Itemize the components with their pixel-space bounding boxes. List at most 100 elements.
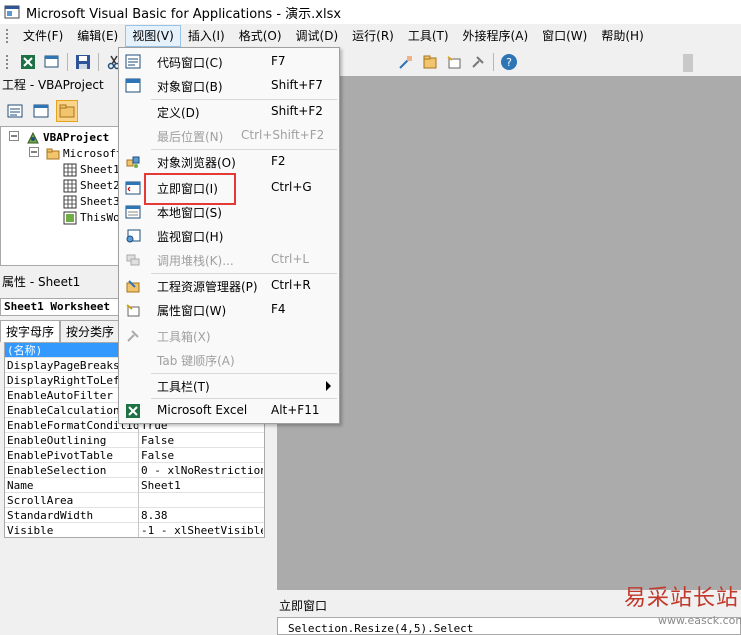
property-name: EnablePivotTable bbox=[7, 449, 113, 462]
menu-debug[interactable]: 调试(D) bbox=[289, 25, 346, 47]
menu-tools[interactable]: 工具(T) bbox=[401, 25, 456, 47]
menu-item-last-position[interactable]: 最后位置(N) Ctrl+Shift+F2 bbox=[121, 124, 337, 148]
menu-help[interactable]: 帮助(H) bbox=[594, 25, 650, 47]
menu-item-label: 对象窗口(B) bbox=[157, 80, 223, 94]
excel-view-icon[interactable] bbox=[19, 53, 37, 71]
menu-item-label: Microsoft Excel bbox=[157, 403, 248, 417]
help-icon[interactable]: ? bbox=[500, 53, 518, 71]
toolbox-icon[interactable] bbox=[469, 53, 487, 71]
toolbar-overflow-icon[interactable] bbox=[683, 54, 693, 72]
menu-item-object-browser[interactable]: 对象浏览器(O) F2 bbox=[121, 150, 337, 174]
tree-label: Sheet3 bbox=[80, 195, 120, 208]
project-explorer-icon[interactable] bbox=[421, 53, 439, 71]
tree-node-sheet2[interactable]: Sheet2 bbox=[63, 178, 120, 194]
menu-window[interactable]: 窗口(W) bbox=[535, 25, 594, 47]
menu-item-label: 监视窗口(H) bbox=[157, 230, 224, 244]
menubar-grip[interactable] bbox=[6, 29, 8, 43]
menu-run[interactable]: 运行(R) bbox=[345, 25, 401, 47]
properties-window-icon[interactable] bbox=[445, 53, 463, 71]
menu-item-label: 属性窗口(W) bbox=[157, 304, 227, 318]
collapse-icon[interactable] bbox=[29, 147, 43, 161]
vba-app-icon bbox=[4, 5, 20, 19]
property-row[interactable]: EnableSelection 0 - xlNoRestrictions bbox=[5, 463, 264, 478]
menu-item-microsoft-excel[interactable]: Microsoft Excel Alt+F11 bbox=[121, 399, 337, 423]
menu-item-code-window[interactable]: 代码窗口(C) F7 bbox=[121, 50, 337, 74]
design-mode-icon[interactable] bbox=[397, 53, 415, 71]
menu-item-object-window[interactable]: 对象窗口(B) Shift+F7 bbox=[121, 74, 337, 98]
tree-label: VBAProject bbox=[43, 131, 110, 144]
menu-item-call-stack[interactable]: 调用堆栈(K)... Ctrl+L bbox=[121, 248, 337, 272]
property-value[interactable]: Sheet1 bbox=[141, 478, 263, 493]
tab-categorized[interactable]: 按分类序 bbox=[60, 320, 121, 342]
menu-item-tab-order[interactable]: Tab 键顺序(A) bbox=[121, 348, 337, 372]
toggle-folders-icon[interactable] bbox=[56, 100, 78, 122]
menu-item-label: 工具箱(X) bbox=[157, 330, 211, 344]
collapse-icon[interactable] bbox=[9, 131, 23, 145]
menu-insert[interactable]: 插入(I) bbox=[181, 25, 232, 47]
object-selector[interactable]: Sheet1 Worksheet bbox=[0, 298, 122, 316]
menu-item-definition[interactable]: 定义(D) Shift+F2 bbox=[121, 100, 337, 124]
immediate-window-text: Selection.Resize(4,5).Select bbox=[288, 622, 474, 635]
column-divider bbox=[138, 478, 139, 493]
menu-item-shortcut: Ctrl+L bbox=[271, 252, 310, 266]
tree-node-microsoft-objects[interactable]: Microsoft bbox=[29, 146, 122, 162]
project-pane-toolbar bbox=[0, 97, 122, 125]
property-name: EnableSelection bbox=[7, 464, 107, 477]
properties-window-icon bbox=[126, 304, 140, 317]
worksheet-icon bbox=[63, 179, 77, 193]
menu-item-properties-window[interactable]: 属性窗口(W) F4 bbox=[121, 298, 337, 322]
menu-item-toolbars[interactable]: 工具栏(T) bbox=[121, 374, 337, 398]
svg-text:?: ? bbox=[506, 56, 512, 69]
tab-alphabetic[interactable]: 按字母序 bbox=[0, 320, 61, 342]
property-row[interactable]: EnableOutlining False bbox=[5, 433, 264, 448]
property-value[interactable]: -1 - xlSheetVisible bbox=[141, 523, 263, 537]
project-tree: VBAProject Microsoft Sheet1 Sheet2 Sheet… bbox=[0, 126, 122, 266]
property-row[interactable]: StandardWidth 8.38 bbox=[5, 508, 264, 523]
property-row[interactable]: Name Sheet1 bbox=[5, 478, 264, 493]
menu-item-shortcut: F2 bbox=[271, 154, 286, 168]
property-value[interactable]: False bbox=[141, 448, 263, 463]
column-divider bbox=[138, 433, 139, 448]
object-window-icon bbox=[125, 78, 141, 93]
worksheet-icon bbox=[63, 163, 77, 177]
insert-userform-icon[interactable] bbox=[43, 53, 61, 71]
menu-item-watch-window[interactable]: 监视窗口(H) bbox=[121, 224, 337, 248]
menu-item-toolbox[interactable]: 工具箱(X) bbox=[121, 324, 337, 348]
tree-label: Microsoft bbox=[63, 147, 122, 160]
property-value[interactable]: 8.38 bbox=[141, 508, 263, 523]
menu-addins[interactable]: 外接程序(A) bbox=[456, 25, 536, 47]
column-divider bbox=[138, 508, 139, 523]
menu-file[interactable]: 文件(F) bbox=[16, 25, 70, 47]
property-row[interactable]: Visible -1 - xlSheetVisible bbox=[5, 523, 264, 537]
property-value[interactable]: 0 - xlNoRestrictions bbox=[141, 463, 263, 478]
view-code-icon[interactable] bbox=[4, 100, 26, 122]
save-icon[interactable] bbox=[74, 53, 92, 71]
watermark-logo: 易采站长站 www.easck.com bbox=[622, 578, 741, 635]
property-row[interactable]: ScrollArea bbox=[5, 493, 264, 508]
view-object-icon[interactable] bbox=[30, 100, 52, 122]
toolbar-separator bbox=[98, 53, 99, 71]
property-name: ScrollArea bbox=[7, 494, 74, 507]
menu-item-shortcut: Shift+F7 bbox=[271, 78, 323, 92]
tree-node-thisworkbook[interactable]: ThisWo bbox=[63, 210, 120, 226]
watermark-url: www.easck.com bbox=[658, 614, 741, 627]
locals-window-icon bbox=[125, 205, 141, 219]
menu-view[interactable]: 视图(V) bbox=[125, 25, 181, 47]
menu-item-project-explorer[interactable]: 工程资源管理器(P) Ctrl+R bbox=[121, 274, 337, 298]
property-row[interactable]: EnablePivotTable False bbox=[5, 448, 264, 463]
menu-format[interactable]: 格式(O) bbox=[232, 25, 289, 47]
tree-node-sheet3[interactable]: Sheet3 bbox=[63, 194, 120, 210]
menu-edit[interactable]: 编辑(E) bbox=[70, 25, 125, 47]
tree-label: Sheet2 bbox=[80, 179, 120, 192]
property-name: StandardWidth bbox=[7, 509, 94, 522]
menu-item-label: Tab 键顺序(A) bbox=[157, 354, 235, 368]
properties-tabs: 按字母序 按分类序 bbox=[0, 320, 122, 342]
highlight-box bbox=[144, 173, 236, 205]
tree-node-vbaproject[interactable]: VBAProject bbox=[9, 130, 109, 146]
property-value[interactable]: False bbox=[141, 433, 263, 448]
watch-window-icon bbox=[126, 229, 141, 243]
toolbar-grip[interactable] bbox=[6, 55, 8, 69]
folder-open-icon bbox=[46, 147, 60, 161]
tree-node-sheet1[interactable]: Sheet1 bbox=[63, 162, 120, 178]
tree-label: ThisWo bbox=[80, 211, 120, 224]
